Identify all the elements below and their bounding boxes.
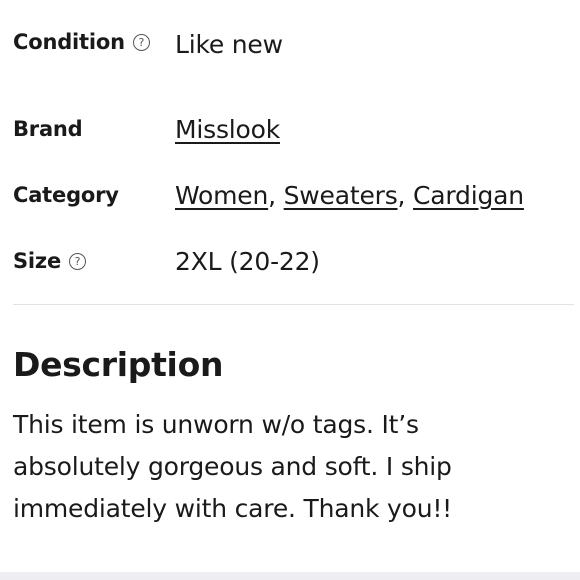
- description-heading: Description: [13, 345, 224, 384]
- brand-label: Brand: [13, 117, 83, 141]
- bottom-bar: [0, 572, 580, 580]
- category-separator: ,: [397, 180, 414, 210]
- size-label: Size: [13, 249, 61, 273]
- condition-label: Condition: [13, 30, 125, 54]
- section-divider: [13, 304, 574, 305]
- size-value: 2XL (20-22): [175, 246, 320, 276]
- question-circle-icon[interactable]: ?: [132, 33, 150, 51]
- condition-row: Condition ? Like new: [13, 30, 574, 70]
- question-circle-icon[interactable]: ?: [69, 252, 86, 270]
- category-separator: ,: [268, 180, 284, 210]
- category-label: Category: [13, 183, 119, 207]
- category-row: Category Women, Sweaters, Cardigan: [13, 162, 574, 228]
- brand-link[interactable]: Misslook: [175, 115, 280, 144]
- size-row: Size ? 2XL (20-22): [13, 228, 574, 294]
- category-links: Women, Sweaters, Cardigan: [175, 181, 524, 210]
- condition-value: Like new: [175, 30, 283, 59]
- listing-details-page: Condition ? Like new Brand Misslook Cate…: [0, 0, 580, 580]
- brand-row: Brand Misslook: [13, 96, 574, 162]
- description-text: This item is unworn w/o tags. It’s absol…: [13, 410, 452, 523]
- category-link-sweaters[interactable]: Sweaters: [284, 181, 398, 210]
- item-details: Condition ? Like new Brand Misslook Cate…: [13, 0, 574, 294]
- category-link-women[interactable]: Women: [175, 181, 268, 210]
- category-link-cardigan[interactable]: Cardigan: [413, 181, 524, 210]
